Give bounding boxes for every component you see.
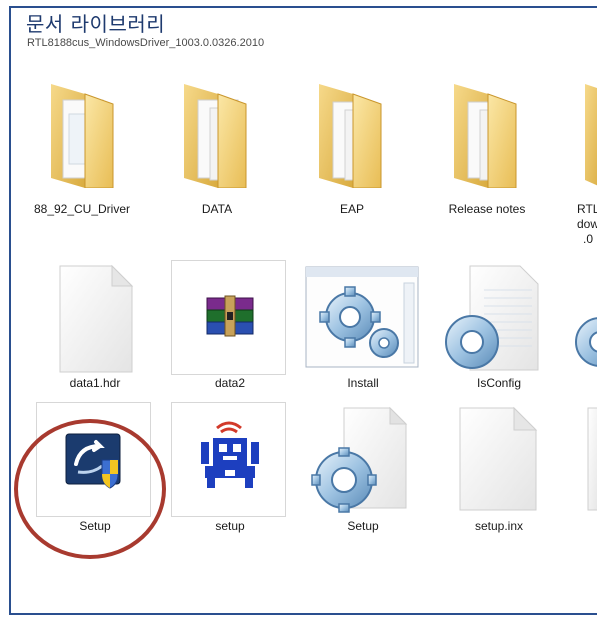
item-label: IsConfig [476,376,522,390]
item-label: RTL [577,202,597,216]
item-label: Setup [347,519,379,533]
item-label: data2 [214,376,246,390]
blank-file-icon [36,260,154,378]
item-label: Install [347,376,379,390]
item-label: data1.hdr [69,376,121,390]
gear-file-icon [440,262,558,380]
gear-file-icon [570,262,597,380]
winrar-archive-icon [171,260,289,378]
folder-with-documents-icon [428,70,546,189]
item-label-line3: .0 [583,232,594,246]
folder-with-documents-icon [158,70,276,189]
item-label: Release notes [448,202,526,216]
folder-with-documents-icon [293,70,411,189]
item-label: 88_92_CU_Driver [33,202,131,216]
highlight-circle [14,419,166,559]
folder-with-documents-icon [23,70,141,189]
library-path[interactable]: RTL8188cus_WindowsDriver_1003.0.0326.201… [27,37,264,49]
item-label: EAP [339,202,364,216]
library-title: 문서 라이브러리 [26,12,166,36]
folder-with-documents-icon [563,70,597,188]
robot-setup-icon [171,402,289,520]
blank-file-icon [578,404,597,522]
gear-application-icon [304,265,422,383]
gear-file-icon [304,404,422,522]
item-label: setup [215,519,245,533]
item-label-line2: dow [577,217,597,231]
blank-file-icon [440,404,558,522]
item-label: DATA [201,202,233,216]
item-label: setup.inx [474,519,524,533]
